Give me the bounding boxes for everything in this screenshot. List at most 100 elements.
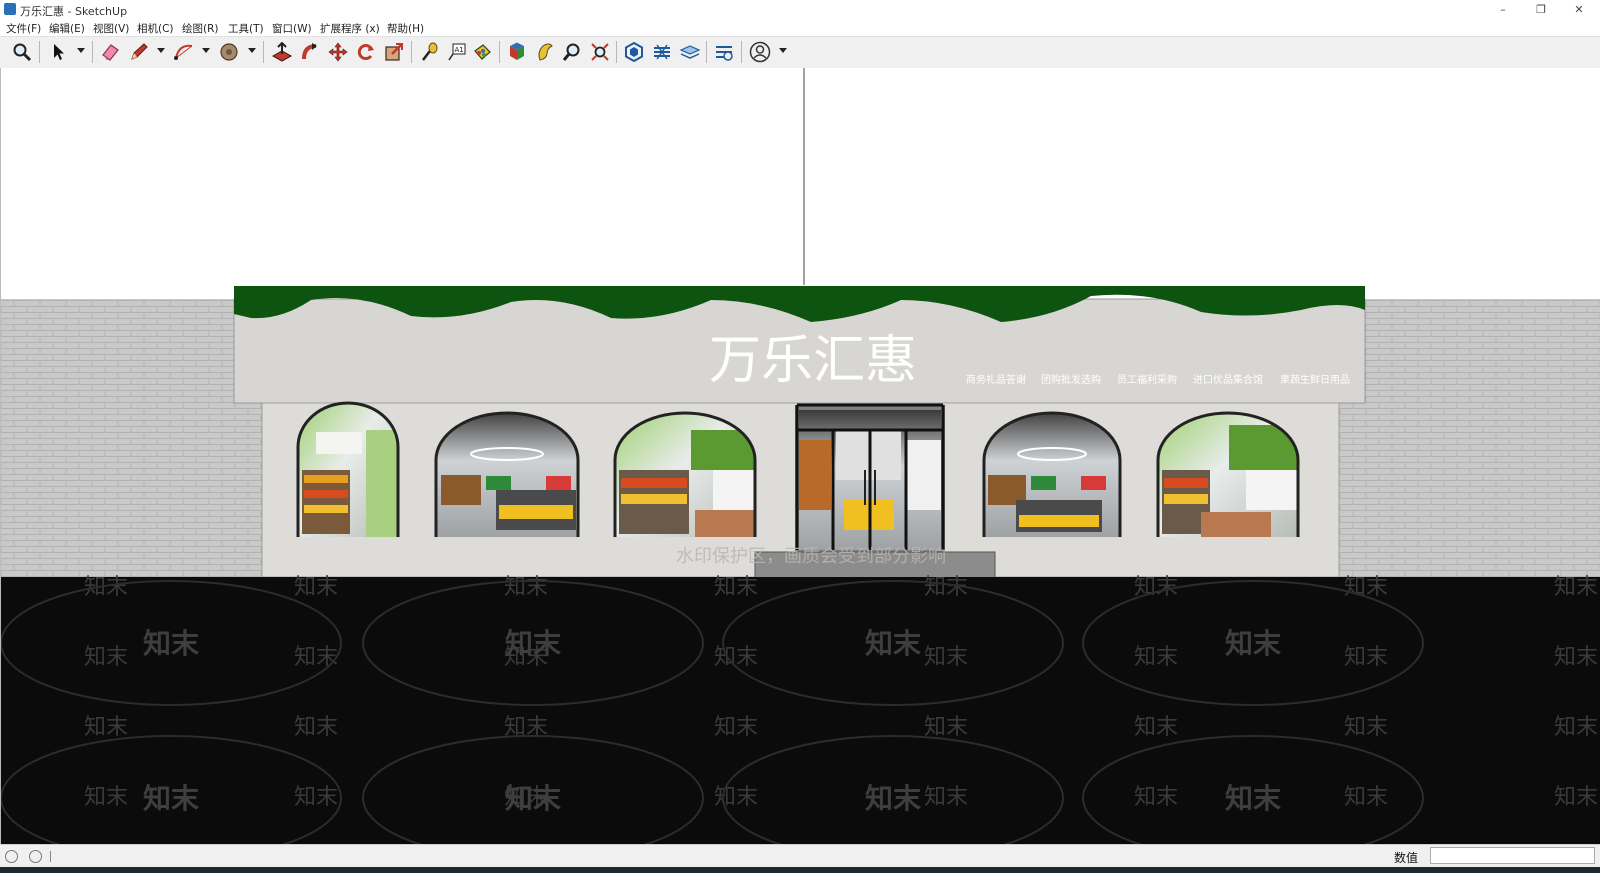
watermark-logo-text: 知末 bbox=[865, 782, 921, 815]
watermark-text: 知末 bbox=[1554, 785, 1598, 810]
pencil-dropdown-icon[interactable] bbox=[157, 48, 165, 53]
tagline-2: 团购批发选购 bbox=[1041, 373, 1101, 386]
arched-window bbox=[434, 411, 580, 537]
menu-draw[interactable]: 绘图(R) bbox=[182, 21, 219, 36]
account-icon[interactable] bbox=[749, 41, 771, 63]
menu-edit[interactable]: 编辑(E) bbox=[49, 21, 85, 36]
toolbar-separator bbox=[411, 41, 412, 63]
toolbar-separator bbox=[499, 41, 500, 63]
eraser-icon[interactable] bbox=[99, 41, 121, 63]
arched-window bbox=[1156, 411, 1300, 537]
geo-location-icon[interactable] bbox=[5, 850, 18, 863]
watermark-logo-text: 知末 bbox=[143, 627, 199, 660]
toolbar-separator bbox=[39, 41, 40, 63]
watermark-text: 知末 bbox=[84, 785, 128, 810]
watermark-text: 知末 bbox=[1554, 645, 1598, 670]
watermark-text: 知末 bbox=[714, 785, 758, 810]
move-icon[interactable] bbox=[327, 41, 349, 63]
model-viewport[interactable]: 万乐汇惠 商务礼品答谢 团购批发选购 员工福利采购 进口优品集合馆 果蔬生鲜日用… bbox=[0, 68, 1600, 844]
watermark-text: 知末 bbox=[924, 645, 968, 670]
watermark-text: 知末 bbox=[294, 715, 338, 740]
menu-view[interactable]: 视图(V) bbox=[93, 21, 129, 36]
toolbar-separator bbox=[706, 41, 707, 63]
status-divider bbox=[50, 851, 51, 862]
watermark-text: 知末 bbox=[924, 575, 968, 600]
zoom-icon[interactable] bbox=[11, 41, 33, 63]
watermark-text: 知末 bbox=[84, 715, 128, 740]
section-plane-icon[interactable] bbox=[506, 41, 528, 63]
svg-text:A1: A1 bbox=[455, 46, 464, 54]
watermark-text: 知末 bbox=[294, 575, 338, 600]
text-icon[interactable]: A1 bbox=[446, 41, 468, 63]
main-toolbar: A1 bbox=[0, 36, 1600, 69]
watermark-text: 知末 bbox=[294, 645, 338, 670]
menu-extensions[interactable]: 扩展程序 (x) bbox=[320, 21, 380, 36]
select-dropdown-icon[interactable] bbox=[77, 48, 85, 53]
push-pull-icon[interactable] bbox=[271, 41, 293, 63]
3d-warehouse-icon[interactable] bbox=[623, 41, 645, 63]
watermark-logo-text: 知末 bbox=[143, 782, 199, 815]
menu-window[interactable]: 窗口(W) bbox=[272, 21, 312, 36]
watermark-text: 知末 bbox=[1134, 645, 1178, 670]
rotate-icon[interactable] bbox=[355, 41, 377, 63]
tagline-5: 果蔬生鲜日用品 bbox=[1280, 373, 1350, 386]
extension-manager-icon[interactable] bbox=[713, 41, 735, 63]
watermark-text: 知末 bbox=[294, 785, 338, 810]
store-name-sign: 万乐汇惠 bbox=[709, 331, 917, 391]
watermark-logo-text: 知末 bbox=[505, 782, 561, 815]
arc-dropdown-icon[interactable] bbox=[202, 48, 210, 53]
arched-window bbox=[296, 401, 400, 537]
account-dropdown-icon[interactable] bbox=[779, 48, 787, 53]
close-icon[interactable]: ✕ bbox=[1560, 0, 1598, 19]
watermark-text: 知末 bbox=[1554, 715, 1598, 740]
watermark-logo-text: 知末 bbox=[1225, 627, 1281, 660]
watermark-logo-text: 知末 bbox=[1225, 782, 1281, 815]
watermark-notice: 水印保护区，画质会受到部分影响 bbox=[676, 546, 946, 567]
taskbar-strip bbox=[0, 867, 1600, 873]
select-icon[interactable] bbox=[48, 41, 70, 63]
arched-window bbox=[982, 411, 1122, 537]
watermark-text: 知末 bbox=[714, 715, 758, 740]
watermark-logo-text: 知末 bbox=[505, 627, 561, 660]
shape-dropdown-icon[interactable] bbox=[248, 48, 256, 53]
menu-help[interactable]: 帮助(H) bbox=[387, 21, 424, 36]
layout-icon[interactable] bbox=[679, 41, 701, 63]
restore-icon[interactable]: ❐ bbox=[1522, 0, 1560, 19]
toolbar-separator bbox=[616, 41, 617, 63]
arc-icon[interactable] bbox=[173, 41, 195, 63]
watermark-text: 知末 bbox=[1134, 715, 1178, 740]
pencil-icon[interactable] bbox=[128, 41, 150, 63]
watermark-text: 知末 bbox=[1554, 575, 1598, 600]
paint-bucket-icon[interactable] bbox=[471, 41, 493, 63]
menu-file[interactable]: 文件(F) bbox=[6, 21, 41, 36]
shape-icon[interactable] bbox=[218, 41, 240, 63]
watermark-text: 知末 bbox=[84, 645, 128, 670]
watermark-text: 知末 bbox=[1344, 645, 1388, 670]
watermark-text: 知末 bbox=[504, 575, 548, 600]
follow-me-icon[interactable] bbox=[299, 41, 321, 63]
tagline-1: 商务礼品答谢 bbox=[966, 373, 1026, 386]
watermark-text: 知末 bbox=[1344, 715, 1388, 740]
watermark-text: 知末 bbox=[924, 785, 968, 810]
info-icon[interactable] bbox=[29, 850, 42, 863]
menu-bar: 文件(F) 编辑(E) 视图(V) 相机(C) 绘图(R) 工具(T) 窗口(W… bbox=[0, 19, 1600, 36]
tagline-3: 员工福利采购 bbox=[1117, 373, 1177, 386]
toolbar-separator bbox=[741, 41, 742, 63]
orbit-icon[interactable] bbox=[534, 41, 556, 63]
toolbar-separator bbox=[92, 41, 93, 63]
entrance-door bbox=[795, 403, 945, 552]
menu-camera[interactable]: 相机(C) bbox=[137, 21, 174, 36]
tape-measure-icon[interactable] bbox=[418, 41, 440, 63]
status-bar: 数值 bbox=[0, 844, 1600, 868]
toolbar-separator bbox=[263, 41, 264, 63]
menu-tools[interactable]: 工具(T) bbox=[228, 21, 264, 36]
value-input[interactable] bbox=[1430, 847, 1595, 864]
zoom-tool-icon[interactable] bbox=[561, 41, 583, 63]
arched-window bbox=[613, 411, 757, 537]
scale-icon[interactable] bbox=[383, 41, 405, 63]
extension-warehouse-icon[interactable] bbox=[651, 41, 673, 63]
minimize-icon[interactable]: – bbox=[1484, 0, 1522, 19]
watermark-text: 知末 bbox=[714, 575, 758, 600]
tagline-4: 进口优品集合馆 bbox=[1193, 373, 1263, 386]
zoom-extents-icon[interactable] bbox=[589, 41, 611, 63]
